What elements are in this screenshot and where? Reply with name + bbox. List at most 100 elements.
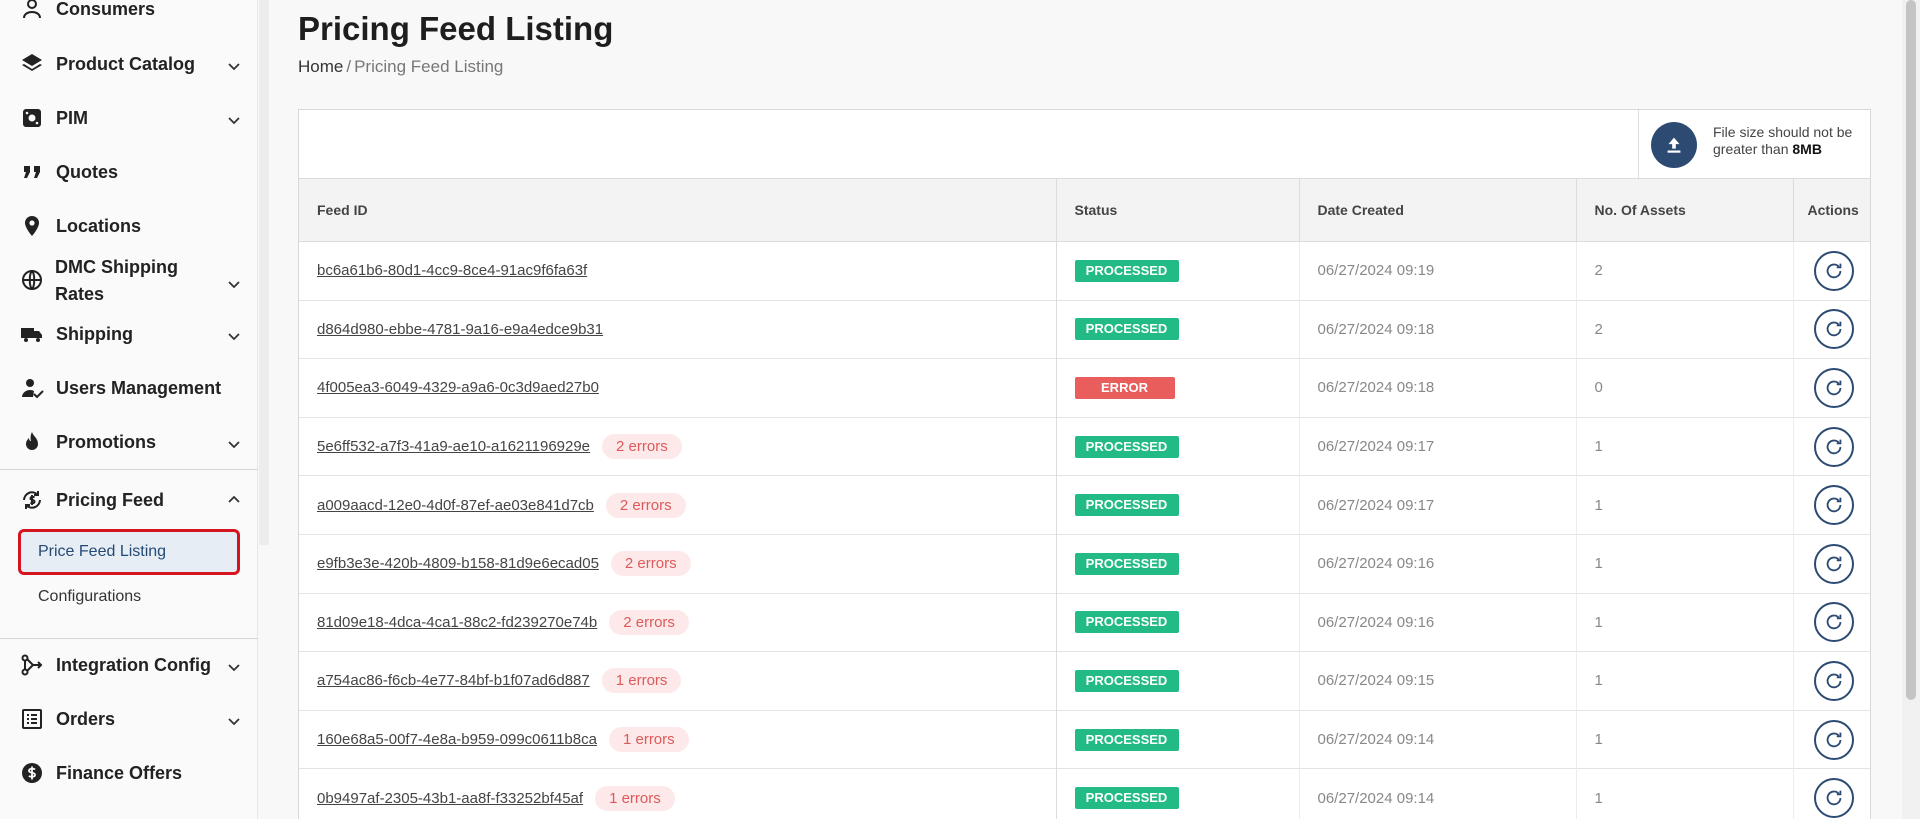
- user-icon: [19, 0, 45, 22]
- cell-assets: 1: [1576, 710, 1794, 769]
- cell-feed-id: a754ac86-f6cb-4e77-84bf-b1f07ad6d887 1 er…: [299, 651, 1057, 711]
- column-header-actions: Actions: [1793, 178, 1870, 242]
- sidebar-item-dmc-shipping-rates[interactable]: DMC Shipping Rates: [0, 254, 258, 306]
- cell-assets: 1: [1576, 768, 1794, 819]
- sidebar-scrollbar[interactable]: [259, 0, 269, 545]
- reprocess-button[interactable]: [1813, 426, 1854, 467]
- cell-assets: 1: [1576, 651, 1794, 711]
- cell-date-created: 06/27/2024 09:16: [1299, 593, 1577, 652]
- table-row: a009aacd-12e0-4d0f-87ef-ae03e841d7cb 2 er…: [299, 475, 1870, 535]
- error-count-badge[interactable]: 2 errors: [602, 434, 682, 460]
- reprocess-button[interactable]: [1813, 250, 1854, 291]
- error-count-badge[interactable]: 1 errors: [608, 727, 689, 753]
- truck-icon: [19, 321, 45, 347]
- column-header-date-created: Date Created: [1299, 178, 1577, 242]
- feed-id-link[interactable]: e9fb3e3e-420b-4809-b158-81d9e6ecad05: [317, 555, 599, 572]
- breadcrumb-home-link[interactable]: Home: [298, 57, 343, 76]
- feed-id-link[interactable]: 5e6ff532-a7f3-41a9-ae10-a1621196929e: [317, 438, 590, 455]
- chevron-up-icon: [226, 492, 242, 508]
- sidebar-item-label: DMC Shipping: [55, 257, 178, 277]
- cell-feed-id: 81d09e18-4dca-4ca1-88c2-fd239270e74b 2 er…: [299, 593, 1057, 652]
- upload-size-note: File size should not be greater than 8MB: [1713, 124, 1863, 158]
- main-scrollbar-thumb[interactable]: [1906, 0, 1916, 700]
- status-badge: PROCESSED: [1074, 728, 1179, 751]
- sidebar-item-pim[interactable]: PIM: [0, 105, 258, 131]
- cell-date-created: 06/27/2024 09:14: [1299, 710, 1577, 769]
- feed-id-link[interactable]: bc6a61b6-80d1-4cc9-8ce4-91ac9f6fa63f: [317, 262, 587, 279]
- table-row: 5e6ff532-a7f3-41a9-ae10-a1621196929e 2 er…: [299, 417, 1870, 476]
- fire-icon: [19, 429, 45, 455]
- cell-feed-id: bc6a61b6-80d1-4cc9-8ce4-91ac9f6fa63f: [299, 241, 1057, 301]
- refresh-icon: [1823, 494, 1845, 516]
- refresh-icon: [1823, 611, 1845, 633]
- feed-id-link[interactable]: 160e68a5-00f7-4e8a-b959-099c0611b8ca: [317, 731, 597, 748]
- chevron-down-icon: [226, 436, 242, 452]
- sidebar-item-integration-config[interactable]: Integration Config: [0, 652, 258, 678]
- cell-assets: 2: [1576, 300, 1794, 359]
- cell-status: PROCESSED: [1056, 768, 1300, 819]
- error-count-badge[interactable]: 2 errors: [610, 551, 691, 577]
- reprocess-button[interactable]: [1813, 309, 1854, 350]
- column-header-feed-id: Feed ID: [299, 178, 1057, 242]
- sidebar-item-label: Quotes: [56, 162, 119, 182]
- page-title: Pricing Feed Listing: [298, 10, 614, 47]
- cell-assets: 1: [1576, 593, 1794, 652]
- feed-id-link[interactable]: a754ac86-f6cb-4e77-84bf-b1f07ad6d887: [317, 672, 590, 689]
- cell-assets: 2: [1576, 241, 1794, 301]
- reprocess-button[interactable]: [1813, 543, 1854, 584]
- quote-icon: [19, 159, 45, 185]
- feed-table: Feed ID Status Date Created No. Of Asset…: [299, 178, 1870, 819]
- cell-date-created: 06/27/2024 09:18: [1299, 300, 1577, 359]
- cell-actions: [1793, 417, 1870, 476]
- upload-button[interactable]: [1651, 122, 1697, 168]
- cell-date-created: 06/27/2024 09:15: [1299, 651, 1577, 711]
- reprocess-button[interactable]: [1813, 719, 1854, 760]
- sidebar-item-promotions[interactable]: Promotions: [0, 429, 258, 455]
- feed-id-link[interactable]: 4f005ea3-6049-4329-a9a6-0c3d9aed27b0: [317, 379, 599, 396]
- sidebar-item-shipping[interactable]: Shipping: [0, 321, 258, 347]
- cell-status: PROCESSED: [1056, 241, 1300, 301]
- status-badge: PROCESSED: [1074, 611, 1179, 634]
- cell-actions: [1793, 300, 1870, 359]
- reprocess-button[interactable]: [1813, 367, 1854, 408]
- sidebar-item-finance-offers[interactable]: Finance Offers: [0, 760, 258, 786]
- error-count-badge[interactable]: 1 errors: [595, 785, 675, 811]
- feed-id-link[interactable]: d864d980-ebbe-4781-9a16-e9a4edce9b31: [317, 321, 603, 338]
- sidebar-item-orders[interactable]: Orders: [0, 706, 258, 732]
- status-badge: PROCESSED: [1074, 552, 1179, 575]
- sidebar-item-locations[interactable]: Locations: [0, 213, 258, 239]
- feed-id-link[interactable]: 81d09e18-4dca-4ca1-88c2-fd239270e74b: [317, 614, 597, 631]
- sidebar-item-quotes[interactable]: Quotes: [0, 159, 258, 185]
- feed-id-link[interactable]: 0b9497af-2305-43b1-aa8f-f33252bf45af: [317, 790, 583, 807]
- breadcrumb-separator: /: [346, 57, 352, 76]
- sidebar-item-consumers[interactable]: Consumers: [0, 0, 258, 22]
- feed-id-link[interactable]: a009aacd-12e0-4d0f-87ef-ae03e841d7cb: [317, 497, 594, 514]
- table-row: 4f005ea3-6049-4329-a9a6-0c3d9aed27b0 ERRO…: [299, 358, 1870, 418]
- error-count-badge[interactable]: 2 errors: [605, 492, 686, 518]
- table-row: e9fb3e3e-420b-4809-b158-81d9e6ecad05 2 er…: [299, 534, 1870, 594]
- reprocess-button[interactable]: [1813, 602, 1854, 643]
- cell-date-created: 06/27/2024 09:16: [1299, 534, 1577, 594]
- sidebar-item-pricing-feed[interactable]: Pricing Feed: [0, 487, 258, 513]
- refresh-icon: [1823, 787, 1845, 809]
- reprocess-button[interactable]: [1813, 660, 1854, 701]
- refresh-icon: [1823, 553, 1845, 575]
- sidebar-subitem-configurations[interactable]: Configurations: [18, 574, 240, 620]
- cell-feed-id: a009aacd-12e0-4d0f-87ef-ae03e841d7cb 2 er…: [299, 475, 1057, 535]
- error-count-badge[interactable]: 1 errors: [601, 668, 682, 694]
- status-badge: PROCESSED: [1074, 669, 1179, 692]
- main-scrollbar[interactable]: [1902, 0, 1920, 819]
- sidebar-item-users-management[interactable]: Users Management: [0, 375, 258, 401]
- cell-status: ERROR: [1056, 358, 1300, 418]
- cell-status: PROCESSED: [1056, 475, 1300, 535]
- cell-feed-id: d864d980-ebbe-4781-9a16-e9a4edce9b31: [299, 300, 1057, 359]
- dollar-cycle-icon: [19, 487, 45, 513]
- reprocess-button[interactable]: [1813, 778, 1854, 819]
- reprocess-button[interactable]: [1813, 485, 1854, 526]
- cell-actions: [1793, 359, 1870, 418]
- sidebar-item-product-catalog[interactable]: Product Catalog: [0, 51, 258, 77]
- sidebar-subitem-price-feed-listing[interactable]: Price Feed Listing: [18, 529, 240, 575]
- error-count-badge[interactable]: 2 errors: [609, 609, 689, 635]
- upload-area: File size should not be greater than 8MB: [1638, 110, 1870, 178]
- user-check-icon: [19, 375, 45, 401]
